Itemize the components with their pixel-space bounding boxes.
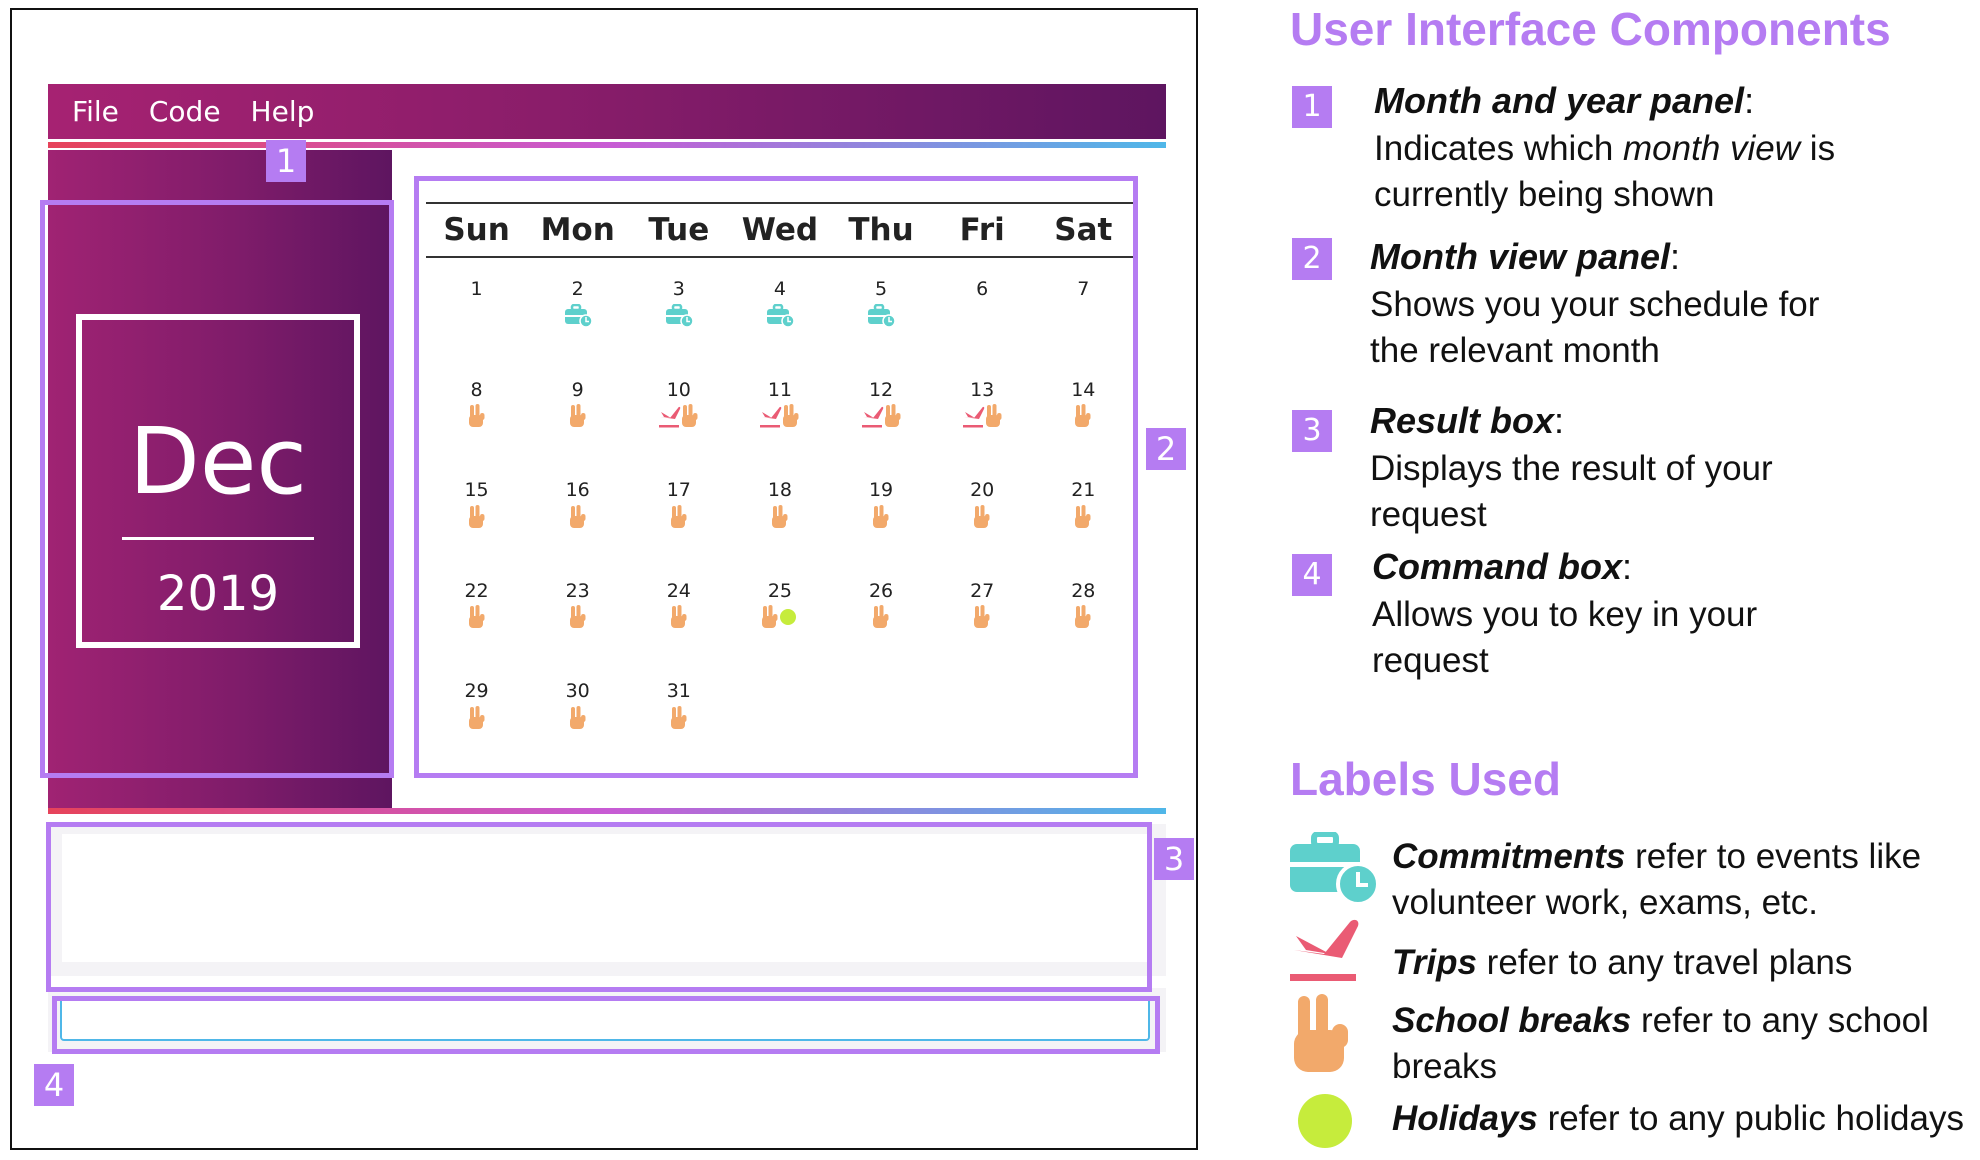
commitment-icon	[1290, 832, 1380, 906]
callout-2-badge: 2	[1146, 428, 1186, 470]
component-3-desc: Displays the result of your request	[1370, 449, 1773, 534]
top-gradient-divider	[48, 142, 1166, 148]
label-school-breaks: School breaks refer to any school breaks	[1392, 1001, 1929, 1086]
component-2-desc: Shows you your schedule for the relevant…	[1370, 285, 1820, 370]
component-1-badge: 1	[1292, 86, 1332, 128]
component-1-title: Month and year panel:	[1374, 80, 1755, 121]
component-2-badge: 2	[1292, 238, 1332, 280]
callout-2-frame	[414, 176, 1138, 778]
label-trips: Trips refer to any travel plans	[1392, 943, 1853, 982]
label-holidays: Holidays refer to any public holidays	[1392, 1099, 1964, 1138]
menu-bar: File Code Help	[48, 84, 1166, 139]
trip-icon	[1290, 919, 1359, 981]
components-title: User Interface Components	[1290, 3, 1891, 55]
callout-4-frame	[52, 996, 1160, 1054]
menu-file[interactable]: File	[72, 95, 119, 128]
holiday-icon	[1298, 1094, 1352, 1148]
component-3-title: Result box:	[1370, 400, 1565, 441]
label-commitments: Commitments refer to events like volunte…	[1392, 837, 1922, 922]
school-break-icon	[1294, 994, 1348, 1072]
labels-title: Labels Used	[1290, 753, 1561, 805]
component-3-badge: 3	[1292, 410, 1332, 452]
callout-3-frame	[46, 822, 1152, 992]
bottom-gradient-divider	[48, 808, 1166, 814]
component-4-title: Command box:	[1372, 546, 1633, 587]
component-2-title: Month view panel:	[1370, 236, 1681, 277]
menu-code[interactable]: Code	[149, 95, 221, 128]
callout-1-frame	[40, 200, 394, 778]
callout-4-badge: 4	[34, 1064, 74, 1106]
menu-help[interactable]: Help	[251, 95, 315, 128]
component-4-badge: 4	[1292, 554, 1332, 596]
callout-1-badge: 1	[266, 140, 306, 182]
component-4-desc: Allows you to key in your request	[1372, 595, 1758, 680]
component-1-desc: Indicates which month view is currently …	[1374, 129, 1836, 214]
callout-3-badge: 3	[1154, 838, 1194, 880]
